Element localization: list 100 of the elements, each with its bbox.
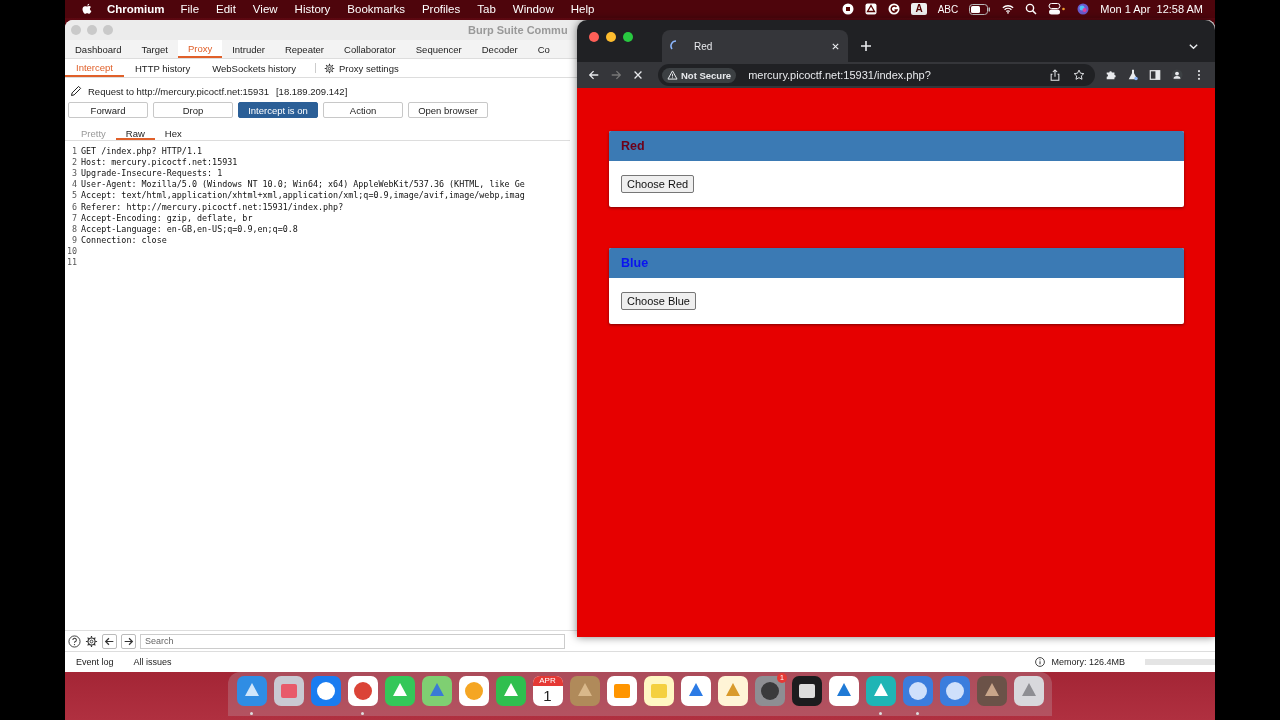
- action-button[interactable]: Action: [323, 102, 403, 118]
- memory-bar: [1145, 659, 1215, 665]
- side-panel-icon[interactable]: [1149, 69, 1161, 81]
- forward-button[interactable]: [121, 633, 136, 649]
- control-center-icon[interactable]: [1048, 3, 1067, 15]
- running-indicator: [361, 712, 364, 715]
- window-title: Burp Suite Commu: [468, 24, 568, 36]
- proxy-settings-link[interactable]: Proxy settings: [339, 59, 399, 77]
- calendar-day: 1: [543, 686, 552, 705]
- menu-item[interactable]: Bookmarks: [347, 3, 405, 15]
- choose-button[interactable]: Choose Red: [621, 175, 695, 193]
- new-tab-icon[interactable]: [860, 40, 872, 52]
- window-zoom-button[interactable]: [623, 32, 633, 42]
- editor-tab[interactable]: Raw: [115, 128, 155, 140]
- line-number: 11: [65, 257, 77, 268]
- star-icon[interactable]: [1073, 69, 1085, 81]
- line-number: 3: [70, 167, 77, 178]
- editor-tab[interactable]: Hex: [154, 128, 192, 140]
- card-title: Red: [621, 139, 645, 153]
- warning-icon: [667, 70, 678, 80]
- app-menu[interactable]: Chromium: [107, 3, 165, 15]
- code-line: User-Agent: Mozilla/5.0 (Windows NT 10.0; Win64; x64) AppleWebKit/537.36 (KHTML, like Ge: [81, 179, 525, 190]
- share-icon[interactable]: [1049, 69, 1061, 81]
- back-button[interactable]: [102, 633, 117, 649]
- action-button[interactable]: Drop: [153, 102, 233, 118]
- menu-item[interactable]: Help: [570, 3, 595, 15]
- search-icon[interactable]: [1025, 3, 1038, 15]
- battery-icon[interactable]: [969, 3, 992, 15]
- menu-item[interactable]: Profiles: [421, 3, 461, 15]
- close-icon[interactable]: [831, 41, 840, 51]
- window-close-button[interactable]: [589, 32, 599, 42]
- wifi-icon[interactable]: [1002, 3, 1015, 15]
- search-field[interactable]: Search: [140, 633, 565, 649]
- input-source-label[interactable]: ABC: [937, 3, 959, 15]
- memory-usage: Memory: 126.4MB: [1051, 657, 1125, 667]
- tool-tab[interactable]: Collaborator: [334, 40, 406, 58]
- tool-tab[interactable]: Proxy: [177, 40, 223, 58]
- line-number: 2: [70, 156, 77, 167]
- sub-tab[interactable]: Intercept: [65, 59, 124, 77]
- running-indicator: [879, 712, 882, 715]
- running-indicator: [916, 712, 919, 715]
- menu-item[interactable]: History: [294, 3, 331, 15]
- menu-item[interactable]: View: [252, 3, 278, 15]
- menu-bar-clock[interactable]: Mon 1 Apr 12:58 AM: [1100, 3, 1203, 15]
- status-tab[interactable]: Event log: [76, 657, 114, 667]
- settings-icon[interactable]: [85, 634, 98, 648]
- running-indicator: [250, 712, 253, 715]
- code-line: Upgrade-Insecure-Requests: 1: [81, 167, 223, 178]
- browser-tab[interactable]: Red: [662, 30, 848, 62]
- flask-icon[interactable]: [1127, 69, 1139, 81]
- menu-item[interactable]: Window: [512, 3, 554, 15]
- action-button[interactable]: Open browser: [408, 102, 488, 118]
- line-number: 9: [70, 235, 77, 246]
- tool-tab[interactable]: Sequencer: [405, 40, 472, 58]
- line-number: 4: [70, 179, 77, 190]
- code-line: Accept: text/html,application/xhtml+xml,application/xml;q=0.9,image/avif,image/webp,imag: [81, 190, 525, 201]
- tool-tab[interactable]: Intruder: [222, 40, 275, 58]
- status-tab[interactable]: All issues: [133, 657, 172, 667]
- card-title: Blue: [621, 256, 649, 270]
- choose-button[interactable]: Choose Blue: [621, 292, 696, 310]
- calendar-month: APR: [532, 676, 563, 686]
- line-number: 10: [65, 246, 77, 257]
- code-line: GET /index.php? HTTP/1.1: [81, 145, 202, 156]
- forward-icon[interactable]: [610, 69, 622, 81]
- line-number: 1: [70, 145, 77, 156]
- intercept-toggle[interactable]: Intercept is on: [238, 102, 318, 118]
- input-source-badge[interactable]: A: [911, 3, 927, 15]
- code-line: Connection: close: [81, 235, 167, 246]
- tool-tab[interactable]: Decoder: [471, 40, 528, 58]
- settings-icon[interactable]: [324, 62, 335, 74]
- pencil-icon: [70, 85, 82, 97]
- dock-app-icon[interactable]: [791, 676, 822, 706]
- info-icon: [1035, 657, 1046, 667]
- chevron-down-icon[interactable]: [1188, 41, 1199, 52]
- address-bar[interactable]: mercury.picoctf.net:15931/index.php?: [748, 69, 931, 81]
- action-button[interactable]: Forward: [68, 102, 148, 118]
- menu-item[interactable]: File: [180, 3, 200, 15]
- menu-item[interactable]: Tab: [477, 3, 496, 15]
- back-icon[interactable]: [588, 69, 600, 81]
- tool-tab[interactable]: Repeater: [274, 40, 335, 58]
- sub-tab[interactable]: WebSockets history: [201, 59, 307, 77]
- menu-item[interactable]: Edit: [216, 3, 236, 15]
- tool-tab[interactable]: Dashboard: [65, 40, 132, 58]
- drive-icon[interactable]: [865, 3, 878, 15]
- grammar-icon[interactable]: [888, 3, 901, 15]
- line-number: 6: [70, 201, 77, 212]
- apple-icon[interactable]: [81, 3, 93, 15]
- record-icon[interactable]: [842, 3, 855, 15]
- calendar-app-icon[interactable]: APR 1: [532, 676, 563, 706]
- help-icon[interactable]: [68, 634, 81, 648]
- puzzle-icon[interactable]: [1105, 69, 1117, 81]
- sub-tab[interactable]: HTTP history: [123, 59, 202, 77]
- siri-icon[interactable]: [1077, 3, 1090, 15]
- line-number: 5: [70, 190, 77, 201]
- profile-icon[interactable]: [1171, 69, 1183, 81]
- security-chip[interactable]: Not Secure: [662, 67, 737, 83]
- stop-icon[interactable]: [632, 69, 644, 81]
- tool-tab[interactable]: Target: [131, 40, 178, 58]
- window-minimize-button[interactable]: [606, 32, 616, 42]
- tool-tab[interactable]: Co: [527, 40, 550, 58]
